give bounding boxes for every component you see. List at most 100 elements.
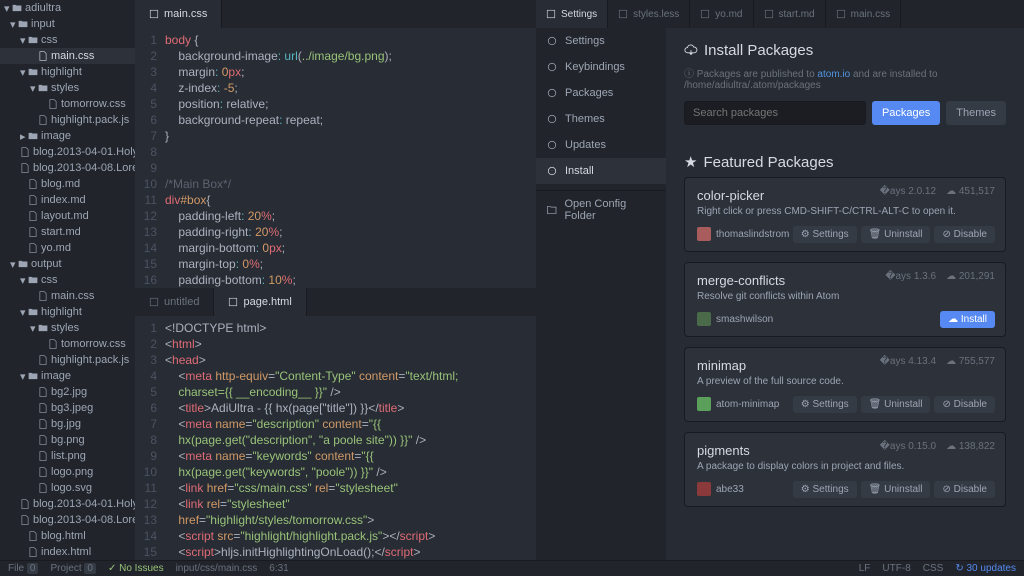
settings-content: Install Packages ⓘ Packages are publishe… (666, 28, 1024, 560)
status-issues[interactable]: ✓ No Issues (108, 563, 164, 574)
tree-item[interactable]: ▾image (0, 368, 135, 384)
tree-item[interactable]: ▾input (0, 16, 135, 32)
status-line-ending[interactable]: LF (859, 563, 871, 574)
tree-item[interactable]: ▾output (0, 256, 135, 272)
pkg-install-button[interactable]: ☁ Install (940, 311, 995, 328)
tree-item[interactable]: bg3.jpeg (0, 400, 135, 416)
tree-item[interactable]: blog.md (0, 176, 135, 192)
status-grammar[interactable]: CSS (923, 563, 944, 574)
tree-item[interactable]: tomorrow.css (0, 336, 135, 352)
tab[interactable]: main.css (826, 0, 901, 28)
avatar (697, 482, 711, 496)
pkg-uninstall-button[interactable]: 🗑 Uninstall (861, 226, 931, 243)
tab[interactable]: start.md (754, 0, 826, 28)
tree-item[interactable]: blog.2013-04-01.Holy_Gr... (0, 496, 135, 512)
tree-item[interactable]: logo.svg (0, 480, 135, 496)
pkg-disable-button[interactable]: ⊘ Disable (934, 396, 995, 413)
pkg-version: �ays 1.3.6 (885, 271, 936, 282)
package-card: �ays 2.0.12☁ 451,517 color-picker Right … (684, 177, 1006, 252)
tree-item[interactable]: start.md (0, 224, 135, 240)
package-card: �ays 0.15.0☁ 138,822 pigments A package … (684, 432, 1006, 507)
tab[interactable]: yo.md (690, 0, 753, 28)
tree-item[interactable]: ▾highlight (0, 304, 135, 320)
keyboard-icon (546, 61, 558, 73)
tree-item[interactable]: index.md (0, 192, 135, 208)
tree-item[interactable]: blog.2013-04-01.Holy_Gr... (0, 144, 135, 160)
open-config-folder-button[interactable]: Open Config Folder (536, 190, 666, 229)
tab[interactable]: untitled (135, 288, 214, 316)
tree-item[interactable]: list.png (0, 448, 135, 464)
status-project[interactable]: Project 0 (50, 563, 95, 574)
file-tree[interactable]: ▾adiultra▾input▾cssmain.css▾highlight▾st… (0, 0, 135, 560)
tree-item[interactable]: main.css (0, 48, 135, 64)
tree-item[interactable]: yo.md (0, 240, 135, 256)
tree-item[interactable]: blog.2013-04-08.Lorem_I... (0, 512, 135, 528)
editor-pane-css[interactable]: 123456789101112131415161718 body { backg… (135, 28, 536, 288)
tab[interactable]: page.html (214, 288, 306, 316)
settings-nav-settings[interactable]: Settings (536, 28, 666, 54)
pkg-disable-button[interactable]: ⊘ Disable (934, 481, 995, 498)
search-packages-input[interactable] (684, 101, 866, 125)
tree-item[interactable]: ▾highlight (0, 64, 135, 80)
editor-tabs-top: main.css (135, 0, 536, 28)
paint-icon (546, 113, 558, 125)
file-icon (149, 297, 159, 307)
pkg-settings-button[interactable]: ⚙ Settings (793, 226, 857, 243)
tree-item[interactable]: ▾adiultra (0, 0, 135, 16)
editor-tabs-bottom: untitledpage.html (135, 288, 536, 316)
file-icon (764, 9, 774, 19)
pkg-downloads: ☁ 201,291 (946, 271, 995, 282)
file-icon (618, 9, 628, 19)
status-encoding[interactable]: UTF-8 (882, 563, 910, 574)
tree-item[interactable]: index.html (0, 544, 135, 560)
pkg-description: A preview of the full source code. (697, 376, 993, 387)
settings-nav-packages[interactable]: Packages (536, 80, 666, 106)
pkg-uninstall-button[interactable]: 🗑 Uninstall (861, 396, 931, 413)
pkg-disable-button[interactable]: ⊘ Disable (934, 226, 995, 243)
tree-item[interactable]: highlight.pack.js (0, 352, 135, 368)
package-card: �ays 1.3.6☁ 201,291 merge-conflicts Reso… (684, 262, 1006, 337)
tree-item[interactable]: highlight.pack.js (0, 112, 135, 128)
pkg-version: �ays 4.13.4 (880, 356, 936, 367)
tree-item[interactable]: blog.html (0, 528, 135, 544)
tree-item[interactable]: blog.2013-04-08.Lorem_I... (0, 160, 135, 176)
tree-item[interactable]: ▾css (0, 32, 135, 48)
tree-item[interactable]: layout.md (0, 208, 135, 224)
tree-item[interactable]: ▾styles (0, 80, 135, 96)
status-cursor[interactable]: 6:31 (269, 563, 288, 574)
minimap[interactable] (508, 28, 536, 288)
settings-nav-install[interactable]: Install (536, 158, 666, 184)
cloud-download-icon (684, 44, 698, 58)
status-file[interactable]: File 0 (8, 563, 38, 574)
file-icon (836, 9, 846, 19)
settings-nav-themes[interactable]: Themes (536, 106, 666, 132)
pkg-description: A package to display colors in project a… (697, 461, 993, 472)
status-path: input/css/main.css (176, 563, 258, 574)
minimap[interactable] (508, 316, 536, 560)
pkg-settings-button[interactable]: ⚙ Settings (793, 396, 857, 413)
tree-item[interactable]: tomorrow.css (0, 96, 135, 112)
editor-pane-html[interactable]: 123456789101112131415161718 <!DOCTYPE ht… (135, 316, 536, 560)
atom-io-link[interactable]: atom.io (817, 69, 850, 80)
file-icon (700, 9, 710, 19)
install-packages-heading: Install Packages (684, 42, 1006, 59)
pkg-settings-button[interactable]: ⚙ Settings (793, 481, 857, 498)
settings-nav-keybindings[interactable]: Keybindings (536, 54, 666, 80)
tree-item[interactable]: bg2.jpg (0, 384, 135, 400)
tree-item[interactable]: main.css (0, 288, 135, 304)
tab[interactable]: styles.less (608, 0, 690, 28)
tree-item[interactable]: ▸image (0, 128, 135, 144)
tree-item[interactable]: ▾css (0, 272, 135, 288)
pkg-uninstall-button[interactable]: 🗑 Uninstall (861, 481, 931, 498)
filter-packages-button[interactable]: Packages (872, 101, 940, 125)
tree-item[interactable]: bg.png (0, 432, 135, 448)
tab[interactable]: Settings (536, 0, 608, 28)
tree-item[interactable]: ▾styles (0, 320, 135, 336)
pkg-downloads: ☁ 755,577 (946, 356, 995, 367)
tree-item[interactable]: bg.jpg (0, 416, 135, 432)
tree-item[interactable]: logo.png (0, 464, 135, 480)
filter-themes-button[interactable]: Themes (946, 101, 1006, 125)
tab[interactable]: main.css (135, 0, 222, 28)
status-updates[interactable]: ↻ 30 updates (955, 563, 1016, 574)
settings-nav-updates[interactable]: Updates (536, 132, 666, 158)
